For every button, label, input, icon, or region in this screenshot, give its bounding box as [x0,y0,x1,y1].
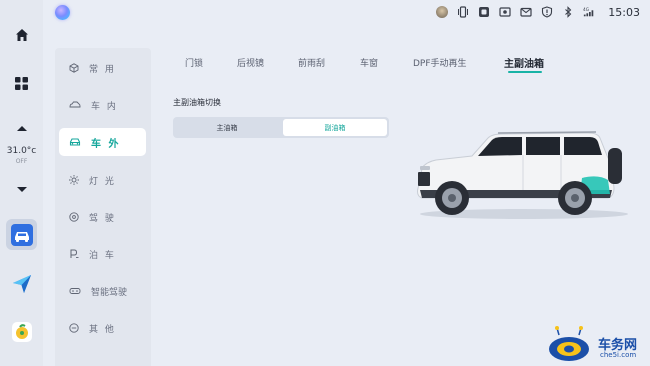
nav-item-label: 驾 驶 [89,213,116,224]
temperature-value: 31.0°c [6,146,37,156]
vehicle-illustration [417,131,628,219]
temp-up-button[interactable] [0,122,43,134]
nav-item-label: 智能驾驶 [91,287,128,298]
steering-icon [69,212,79,222]
signal-label: 4G [583,7,589,13]
signal-4g-icon: 4G [583,6,595,18]
nav-item-smart-driving[interactable]: 智能驾驶 [59,277,146,305]
clock: 15:03 [608,5,640,19]
car-interior-icon [69,101,81,108]
media-icon [478,6,490,18]
ac-mode: OFF [15,158,28,165]
home-icon [15,29,28,41]
nav-item-label: 常 用 [89,64,116,75]
temp-up-icon [16,126,27,131]
settings-category-nav: 常 用 车 内 车 外 灯 光 驾 驶 泊 车 智能驾驶 其 他 [55,48,151,366]
temperature-display: 31.0°c OFF [0,146,43,165]
music-app-icon [11,321,32,342]
nav-item-lights[interactable]: 灯 光 [59,166,146,194]
active-tab-indicator [508,71,542,73]
nav-item-label: 灯 光 [89,176,116,187]
vibration-icon [457,6,469,18]
vehicle-settings-app-icon [10,223,33,246]
home-button[interactable] [0,27,43,43]
tab-fuel-tanks[interactable]: 主副油箱 [504,55,544,70]
apps-grid-icon [15,76,28,90]
tab-dpf-regeneration[interactable]: DPF手动再生 [413,56,467,69]
nav-item-label: 车 外 [91,138,121,150]
fuel-tank-switch-title: 主副油箱切换 [173,98,221,107]
light-icon [69,175,79,185]
smart-drive-icon [69,288,81,294]
tab-front-wiper[interactable]: 前雨刮 [298,56,325,69]
mail-icon [520,6,532,18]
navigation-app-icon [12,274,31,293]
secondary-tank-option[interactable]: 副油箱 [283,119,387,136]
cube-icon [69,63,79,73]
main-tank-option[interactable]: 主油箱 [173,117,281,138]
temp-down-button[interactable] [0,184,43,196]
watermark-url: che5i.com [600,351,637,359]
car-exterior-icon [69,138,81,146]
status-bar: 4G 15:03 [436,4,640,20]
tab-rearview-mirror[interactable]: 后视镜 [237,56,264,69]
navigation-app[interactable] [6,268,37,299]
nav-item-other[interactable]: 其 他 [59,314,146,342]
nav-item-interior[interactable]: 车 内 [59,91,146,119]
tab-door-lock[interactable]: 门锁 [185,56,203,69]
voice-assistant-icon[interactable] [55,5,70,20]
fuel-tank-segmented-control: 主油箱 副油箱 [173,117,389,138]
nav-item-label: 其 他 [89,324,116,335]
nav-item-label: 车 内 [91,101,118,112]
temp-down-icon [16,187,27,192]
nav-item-common[interactable]: 常 用 [59,54,146,82]
vehicle-settings-app[interactable] [6,219,37,250]
tab-bar: 门锁 后视镜 前雨刮 车窗 DPF手动再生 主副油箱 [160,56,580,80]
nav-item-driving[interactable]: 驾 驶 [59,203,146,231]
user-avatar-icon[interactable] [436,6,449,18]
shield-icon [541,6,553,18]
music-app[interactable] [6,316,37,347]
record-icon [499,6,511,18]
nav-item-label: 泊 车 [89,250,116,261]
nav-item-exterior[interactable]: 车 外 [59,128,146,156]
apps-grid-button[interactable] [0,75,43,91]
bluetooth-icon [562,6,574,18]
tab-window[interactable]: 车窗 [360,56,378,69]
left-dock: 31.0°c OFF [0,0,43,366]
parking-icon [70,249,79,258]
nav-item-parking[interactable]: 泊 车 [59,240,146,268]
other-icon [69,323,79,333]
